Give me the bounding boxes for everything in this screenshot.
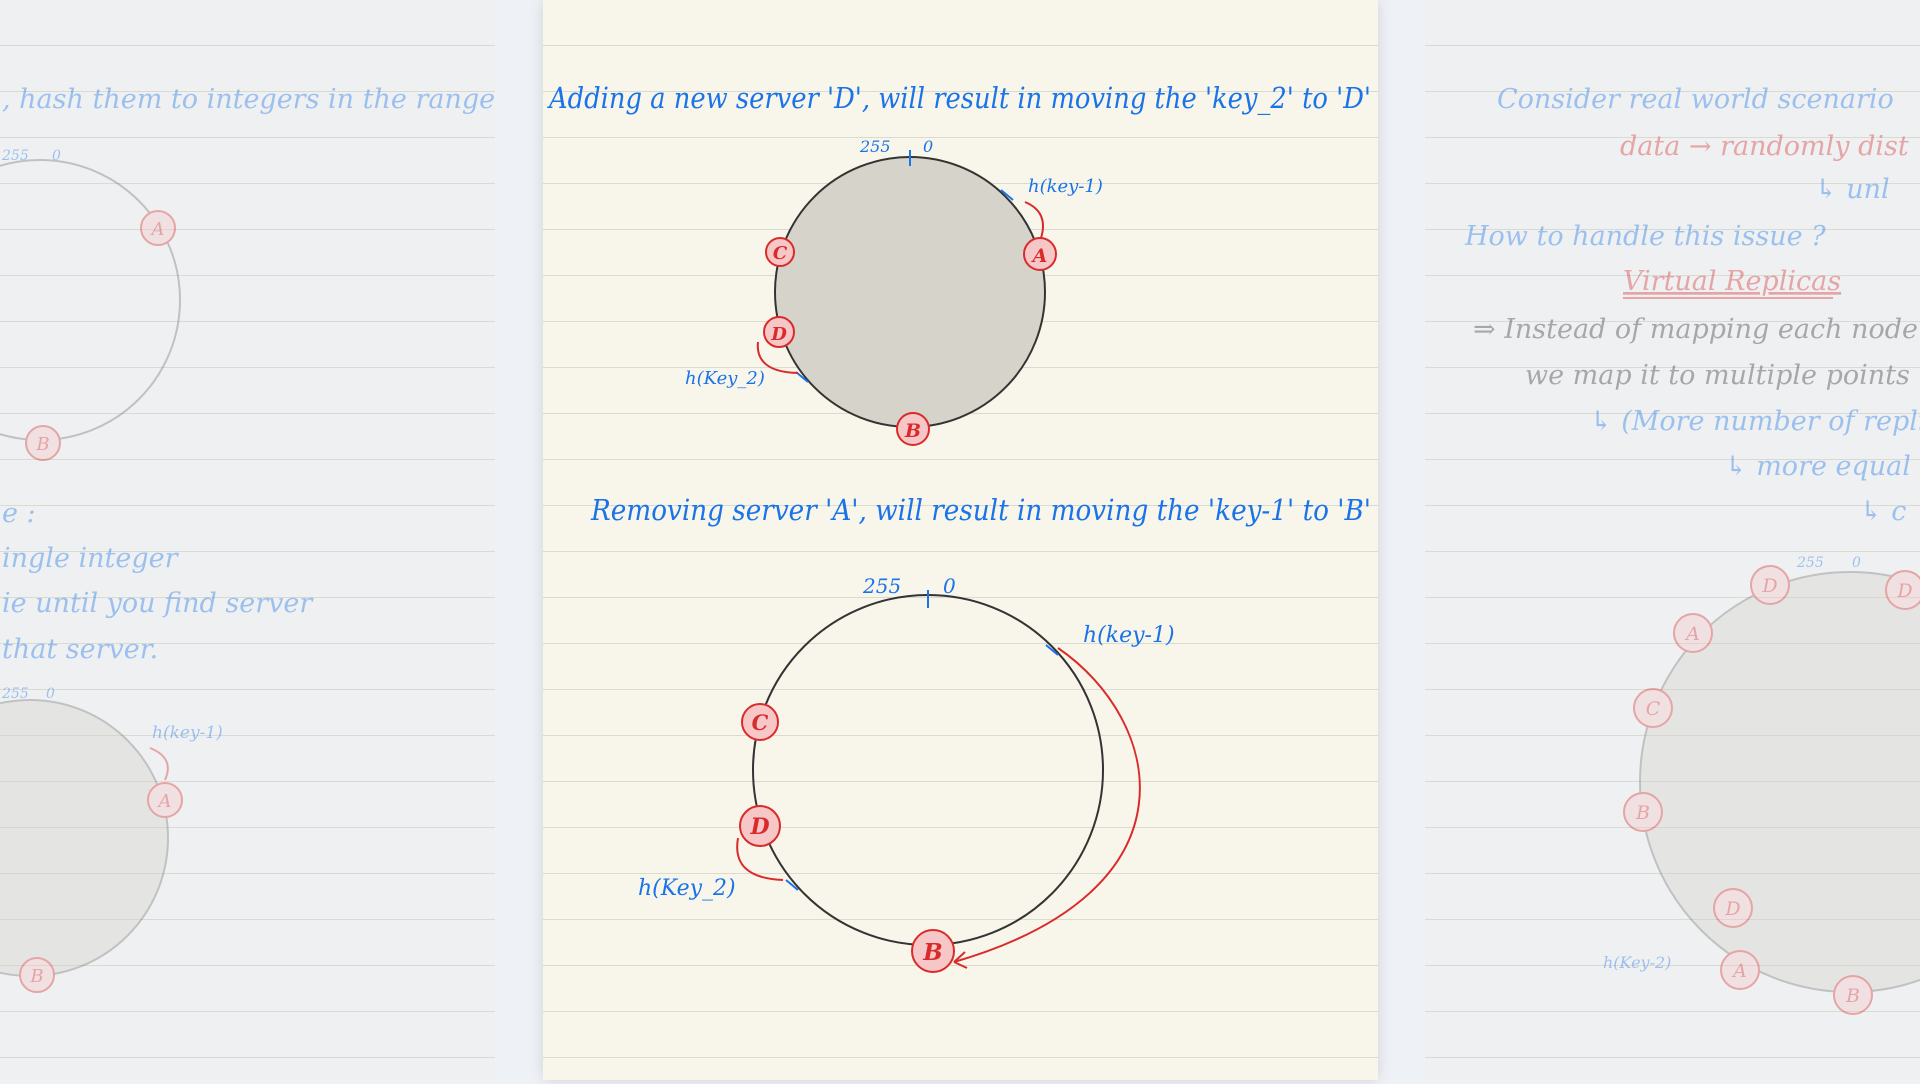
left-ring1-zero: 0 bbox=[52, 148, 61, 164]
heading-removing-server: Removing server 'A', will result in movi… bbox=[590, 493, 1371, 527]
heading-adding-server: Adding a new server 'D', will result in … bbox=[546, 81, 1371, 116]
right-ring-node-label: D bbox=[1761, 575, 1777, 597]
left-hash-ring-1 bbox=[0, 159, 181, 441]
right-line-9: ↳ more equal bbox=[1725, 451, 1911, 482]
left-line-1: , hash them to integers in the range. bbox=[2, 84, 495, 115]
right-ring-node-label: A bbox=[1731, 960, 1747, 982]
ring2-label-zero: 0 bbox=[943, 574, 956, 598]
right-ring-node-label: D bbox=[1724, 898, 1740, 920]
right-line-6: ⇒ Instead of mapping each node to bbox=[1473, 314, 1920, 345]
right-ring-node-label: A bbox=[1684, 623, 1700, 645]
hash-ring-1 bbox=[774, 156, 1046, 428]
ring2-key1-label: h(key-1) bbox=[1083, 623, 1175, 648]
ring1-key2-label: h(Key_2) bbox=[685, 368, 765, 389]
ring2-node-c-label: C bbox=[752, 710, 769, 735]
right-ring-zero: 0 bbox=[1852, 555, 1861, 571]
ring2-node-b-label: B bbox=[922, 939, 942, 966]
left-page: , hash them to integers in the range. 25… bbox=[0, 0, 504, 1080]
ring2-label-255: 255 bbox=[862, 574, 901, 598]
right-line-5: Virtual Replicas bbox=[1623, 266, 1841, 297]
right-line-3: ↳ unl bbox=[1815, 174, 1890, 205]
ring1-node-a-label: A bbox=[1031, 245, 1048, 267]
left-ring2-zero: 0 bbox=[46, 686, 55, 702]
right-page: Consider real world scenario data → rand… bbox=[1425, 0, 1920, 1080]
right-ring-255: 255 bbox=[1796, 555, 1824, 571]
left-ring1-node-b-label: B bbox=[35, 434, 49, 455]
left-ring2-255: 255 bbox=[1, 686, 29, 702]
ring1-node-b-label: B bbox=[904, 420, 921, 442]
left-ring2-node-b-label: B bbox=[29, 966, 43, 987]
left-line-5: that server. bbox=[2, 634, 158, 665]
left-ring2-node-a-label: A bbox=[157, 791, 172, 812]
right-ring-node-label: B bbox=[1845, 985, 1860, 1007]
left-ring1-node-a-label: A bbox=[150, 219, 165, 240]
right-ring-node-label: B bbox=[1635, 802, 1650, 824]
ring1-label-zero: 0 bbox=[923, 137, 933, 156]
left-line-4: ie until you find server bbox=[2, 588, 314, 619]
right-line-2: data → randomly dist bbox=[1620, 131, 1909, 162]
ring1-label-255: 255 bbox=[859, 137, 891, 156]
right-line-10: ↳ c bbox=[1860, 496, 1906, 527]
left-hash-ring-2 bbox=[0, 699, 169, 977]
ring1-key1-label: h(key-1) bbox=[1028, 176, 1103, 197]
ring1-node-c-label: C bbox=[773, 243, 788, 264]
right-line-7: we map it to multiple points bbox=[1525, 360, 1910, 391]
right-page-canvas: Consider real world scenario data → rand… bbox=[1464, 84, 1920, 1015]
right-ring-key2: h(Key-2) bbox=[1603, 953, 1671, 972]
left-ring2-key1: h(key-1) bbox=[152, 723, 223, 743]
right-line-4: How to handle this issue ? bbox=[1464, 221, 1826, 252]
center-page-canvas: Adding a new server 'D', will result in … bbox=[546, 81, 1371, 973]
left-ring1-255: 255 bbox=[1, 148, 29, 164]
ring2-reassign-arrow bbox=[953, 647, 1141, 963]
right-line-1: Consider real world scenario bbox=[1497, 84, 1894, 115]
ring2-key2-label: h(Key_2) bbox=[638, 876, 736, 901]
right-ring-node-label: C bbox=[1646, 698, 1661, 720]
left-page-canvas: , hash them to integers in the range. 25… bbox=[0, 84, 504, 993]
right-ring-node-label: D bbox=[1896, 580, 1912, 602]
left-line-3: ingle integer bbox=[2, 543, 180, 574]
right-line-8: ↳ (More number of replica bbox=[1590, 406, 1920, 437]
ring2-node-d-label: D bbox=[749, 814, 769, 840]
left-line-2: e : bbox=[2, 498, 36, 529]
ring1-node-d-label: D bbox=[770, 324, 787, 345]
center-page: Adding a new server 'D', will result in … bbox=[543, 0, 1378, 1080]
